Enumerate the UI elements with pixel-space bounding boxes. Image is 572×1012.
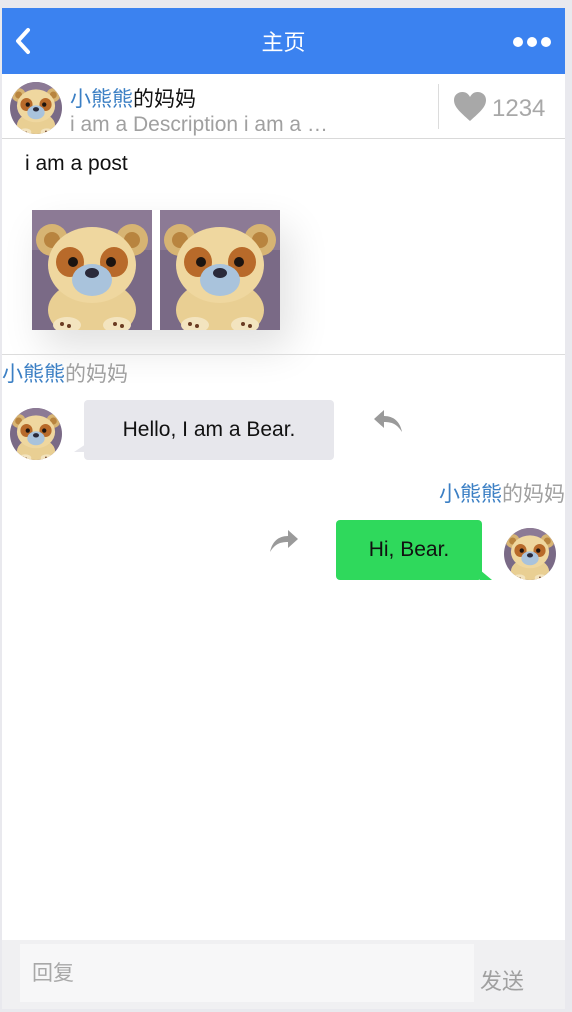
page-title: 主页	[261, 31, 306, 56]
heart-icon	[454, 92, 486, 126]
like-count: 1234	[492, 95, 546, 122]
nickname-rest: 的妈妈	[502, 482, 565, 506]
post-author-name[interactable]: 小熊熊的妈妈	[70, 83, 196, 113]
message-nickname: 小熊熊的妈妈	[439, 478, 565, 508]
message-bubble-outgoing[interactable]: Hi, Bear.	[336, 520, 492, 580]
forward-icon[interactable]	[268, 528, 300, 554]
post-photo[interactable]	[32, 210, 152, 330]
nickname-highlight: 小熊熊	[439, 482, 502, 506]
divider	[438, 84, 439, 129]
nickname-highlight: 小熊熊	[2, 362, 65, 386]
message-text: Hi, Bear.	[368, 538, 450, 561]
message-nickname: 小熊熊的妈妈	[2, 358, 128, 388]
app-screen: 主页 小熊熊的妈妈 i am a Description i am a … 12…	[2, 8, 565, 1009]
divider	[2, 354, 565, 355]
avatar[interactable]	[10, 408, 62, 460]
reply-input[interactable]	[20, 944, 474, 1002]
reply-composer: 发送	[2, 940, 565, 1009]
avatar[interactable]	[504, 528, 556, 580]
post-description: i am a Description i am a …	[70, 113, 328, 136]
post-header: 小熊熊的妈妈 i am a Description i am a … 1234	[2, 74, 565, 139]
message-text: Hello, I am a Bear.	[122, 418, 296, 441]
nickname-rest: 的妈妈	[65, 362, 128, 386]
message-bubble-incoming[interactable]: Hello, I am a Bear.	[74, 400, 334, 460]
reply-icon[interactable]	[372, 408, 404, 434]
author-rest: 的妈妈	[133, 87, 196, 111]
more-horizontal-icon[interactable]	[513, 36, 551, 48]
send-button[interactable]: 发送	[480, 964, 524, 996]
navbar: 主页	[2, 8, 565, 74]
post-photos	[32, 210, 280, 330]
post-photo[interactable]	[160, 210, 280, 330]
like-button[interactable]: 1234	[454, 92, 546, 126]
author-highlight: 小熊熊	[70, 87, 133, 111]
post-text: i am a post	[25, 152, 128, 175]
avatar[interactable]	[10, 82, 62, 134]
